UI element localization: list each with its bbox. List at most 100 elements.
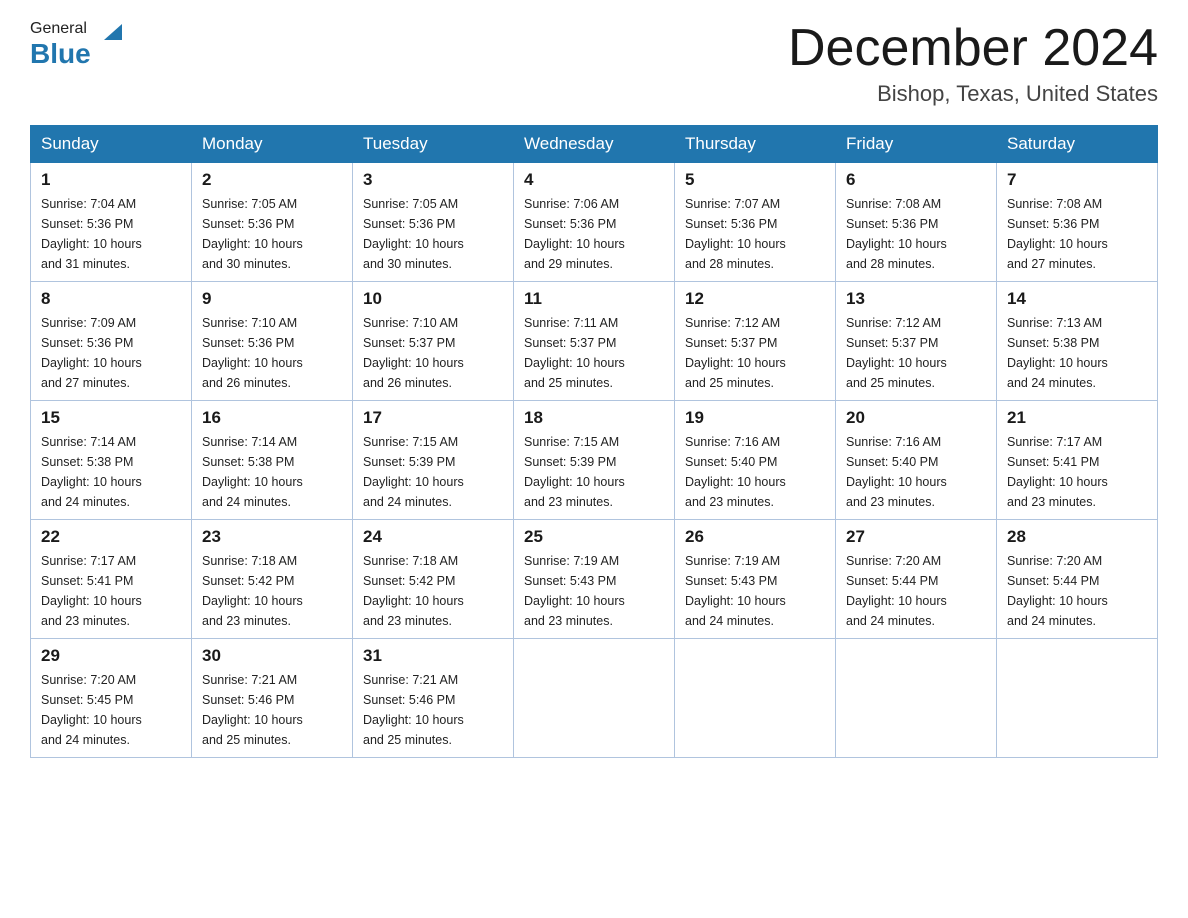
header-thursday: Thursday <box>675 126 836 163</box>
week-row-3: 15 Sunrise: 7:14 AMSunset: 5:38 PMDayligh… <box>31 401 1158 520</box>
day-number: 12 <box>685 289 825 309</box>
day-info: Sunrise: 7:08 AMSunset: 5:36 PMDaylight:… <box>1007 194 1147 274</box>
day-cell: 7 Sunrise: 7:08 AMSunset: 5:36 PMDaylight… <box>997 163 1158 282</box>
week-row-1: 1Sunrise: 7:04 AMSunset: 5:36 PMDaylight… <box>31 163 1158 282</box>
day-info: Sunrise: 7:12 AMSunset: 5:37 PMDaylight:… <box>846 313 986 393</box>
day-info: Sunrise: 7:14 AMSunset: 5:38 PMDaylight:… <box>41 432 181 512</box>
header-saturday: Saturday <box>997 126 1158 163</box>
day-info: Sunrise: 7:05 AMSunset: 5:36 PMDaylight:… <box>363 194 503 274</box>
day-info: Sunrise: 7:15 AMSunset: 5:39 PMDaylight:… <box>524 432 664 512</box>
day-number: 21 <box>1007 408 1147 428</box>
day-number: 9 <box>202 289 342 309</box>
day-number: 19 <box>685 408 825 428</box>
day-cell: 3 Sunrise: 7:05 AMSunset: 5:36 PMDaylight… <box>353 163 514 282</box>
day-cell: 11Sunrise: 7:11 AMSunset: 5:37 PMDayligh… <box>514 282 675 401</box>
day-number: 16 <box>202 408 342 428</box>
day-number: 8 <box>41 289 181 309</box>
day-number: 24 <box>363 527 503 547</box>
day-number: 1 <box>41 170 181 190</box>
day-number: 6 <box>846 170 986 190</box>
day-info: Sunrise: 7:15 AMSunset: 5:39 PMDaylight:… <box>363 432 503 512</box>
day-info: Sunrise: 7:16 AMSunset: 5:40 PMDaylight:… <box>846 432 986 512</box>
day-cell <box>675 639 836 758</box>
day-info: Sunrise: 7:18 AMSunset: 5:42 PMDaylight:… <box>202 551 342 631</box>
day-number: 26 <box>685 527 825 547</box>
day-cell: 22 Sunrise: 7:17 AMSunset: 5:41 PMDayligh… <box>31 520 192 639</box>
header-friday: Friday <box>836 126 997 163</box>
day-info: Sunrise: 7:12 AMSunset: 5:37 PMDaylight:… <box>685 313 825 393</box>
day-number: 15 <box>41 408 181 428</box>
week-row-5: 29 Sunrise: 7:20 AMSunset: 5:45 PMDayligh… <box>31 639 1158 758</box>
day-cell: 13Sunrise: 7:12 AMSunset: 5:37 PMDayligh… <box>836 282 997 401</box>
month-title: December 2024 <box>788 20 1158 77</box>
day-number: 14 <box>1007 289 1147 309</box>
logo-general-text: General <box>30 20 87 38</box>
day-info: Sunrise: 7:19 AMSunset: 5:43 PMDaylight:… <box>524 551 664 631</box>
week-row-2: 8 Sunrise: 7:09 AMSunset: 5:36 PMDaylight… <box>31 282 1158 401</box>
day-cell <box>836 639 997 758</box>
day-info: Sunrise: 7:10 AMSunset: 5:37 PMDaylight:… <box>363 313 503 393</box>
day-cell: 12 Sunrise: 7:12 AMSunset: 5:37 PMDayligh… <box>675 282 836 401</box>
day-number: 27 <box>846 527 986 547</box>
day-number: 28 <box>1007 527 1147 547</box>
day-info: Sunrise: 7:17 AMSunset: 5:41 PMDaylight:… <box>41 551 181 631</box>
day-cell: 31 Sunrise: 7:21 AMSunset: 5:46 PMDayligh… <box>353 639 514 758</box>
day-number: 31 <box>363 646 503 666</box>
day-cell: 9 Sunrise: 7:10 AMSunset: 5:36 PMDaylight… <box>192 282 353 401</box>
day-info: Sunrise: 7:21 AMSunset: 5:46 PMDaylight:… <box>363 670 503 750</box>
day-info: Sunrise: 7:09 AMSunset: 5:36 PMDaylight:… <box>41 313 181 393</box>
day-cell: 1Sunrise: 7:04 AMSunset: 5:36 PMDaylight… <box>31 163 192 282</box>
day-number: 11 <box>524 289 664 309</box>
day-info: Sunrise: 7:19 AMSunset: 5:43 PMDaylight:… <box>685 551 825 631</box>
day-cell: 10 Sunrise: 7:10 AMSunset: 5:37 PMDayligh… <box>353 282 514 401</box>
day-cell: 25Sunrise: 7:19 AMSunset: 5:43 PMDayligh… <box>514 520 675 639</box>
day-info: Sunrise: 7:18 AMSunset: 5:42 PMDaylight:… <box>363 551 503 631</box>
day-info: Sunrise: 7:20 AMSunset: 5:44 PMDaylight:… <box>846 551 986 631</box>
day-cell: 2 Sunrise: 7:05 AMSunset: 5:36 PMDaylight… <box>192 163 353 282</box>
day-cell: 20 Sunrise: 7:16 AMSunset: 5:40 PMDayligh… <box>836 401 997 520</box>
page-header: General Blue December 2024 Bishop, Texas… <box>30 20 1158 107</box>
logo: General Blue <box>30 20 124 70</box>
day-number: 20 <box>846 408 986 428</box>
day-cell: 23Sunrise: 7:18 AMSunset: 5:42 PMDayligh… <box>192 520 353 639</box>
header-tuesday: Tuesday <box>353 126 514 163</box>
day-number: 22 <box>41 527 181 547</box>
day-info: Sunrise: 7:20 AMSunset: 5:44 PMDaylight:… <box>1007 551 1147 631</box>
day-cell: 16 Sunrise: 7:14 AMSunset: 5:38 PMDayligh… <box>192 401 353 520</box>
day-cell: 15 Sunrise: 7:14 AMSunset: 5:38 PMDayligh… <box>31 401 192 520</box>
header-wednesday: Wednesday <box>514 126 675 163</box>
day-info: Sunrise: 7:07 AMSunset: 5:36 PMDaylight:… <box>685 194 825 274</box>
day-cell: 24 Sunrise: 7:18 AMSunset: 5:42 PMDayligh… <box>353 520 514 639</box>
header-sunday: Sunday <box>31 126 192 163</box>
day-number: 18 <box>524 408 664 428</box>
day-info: Sunrise: 7:13 AMSunset: 5:38 PMDaylight:… <box>1007 313 1147 393</box>
day-number: 7 <box>1007 170 1147 190</box>
day-info: Sunrise: 7:20 AMSunset: 5:45 PMDaylight:… <box>41 670 181 750</box>
day-cell: 30Sunrise: 7:21 AMSunset: 5:46 PMDayligh… <box>192 639 353 758</box>
day-cell: 4Sunrise: 7:06 AMSunset: 5:36 PMDaylight… <box>514 163 675 282</box>
day-number: 10 <box>363 289 503 309</box>
day-info: Sunrise: 7:10 AMSunset: 5:36 PMDaylight:… <box>202 313 342 393</box>
day-info: Sunrise: 7:14 AMSunset: 5:38 PMDaylight:… <box>202 432 342 512</box>
day-number: 17 <box>363 408 503 428</box>
day-info: Sunrise: 7:06 AMSunset: 5:36 PMDaylight:… <box>524 194 664 274</box>
location-title: Bishop, Texas, United States <box>788 81 1158 107</box>
day-cell: 21 Sunrise: 7:17 AMSunset: 5:41 PMDayligh… <box>997 401 1158 520</box>
day-cell: 19 Sunrise: 7:16 AMSunset: 5:40 PMDayligh… <box>675 401 836 520</box>
day-cell: 17 Sunrise: 7:15 AMSunset: 5:39 PMDayligh… <box>353 401 514 520</box>
day-number: 29 <box>41 646 181 666</box>
day-cell: 29 Sunrise: 7:20 AMSunset: 5:45 PMDayligh… <box>31 639 192 758</box>
day-cell: 6Sunrise: 7:08 AMSunset: 5:36 PMDaylight… <box>836 163 997 282</box>
weekday-header-row: Sunday Monday Tuesday Wednesday Thursday… <box>31 126 1158 163</box>
day-info: Sunrise: 7:05 AMSunset: 5:36 PMDaylight:… <box>202 194 342 274</box>
day-cell: 5Sunrise: 7:07 AMSunset: 5:36 PMDaylight… <box>675 163 836 282</box>
title-area: December 2024 Bishop, Texas, United Stat… <box>788 20 1158 107</box>
day-cell <box>997 639 1158 758</box>
day-cell: 18 Sunrise: 7:15 AMSunset: 5:39 PMDayligh… <box>514 401 675 520</box>
day-info: Sunrise: 7:16 AMSunset: 5:40 PMDaylight:… <box>685 432 825 512</box>
day-number: 3 <box>363 170 503 190</box>
day-number: 2 <box>202 170 342 190</box>
logo-triangle-icon <box>102 20 124 42</box>
day-info: Sunrise: 7:17 AMSunset: 5:41 PMDaylight:… <box>1007 432 1147 512</box>
day-cell <box>514 639 675 758</box>
